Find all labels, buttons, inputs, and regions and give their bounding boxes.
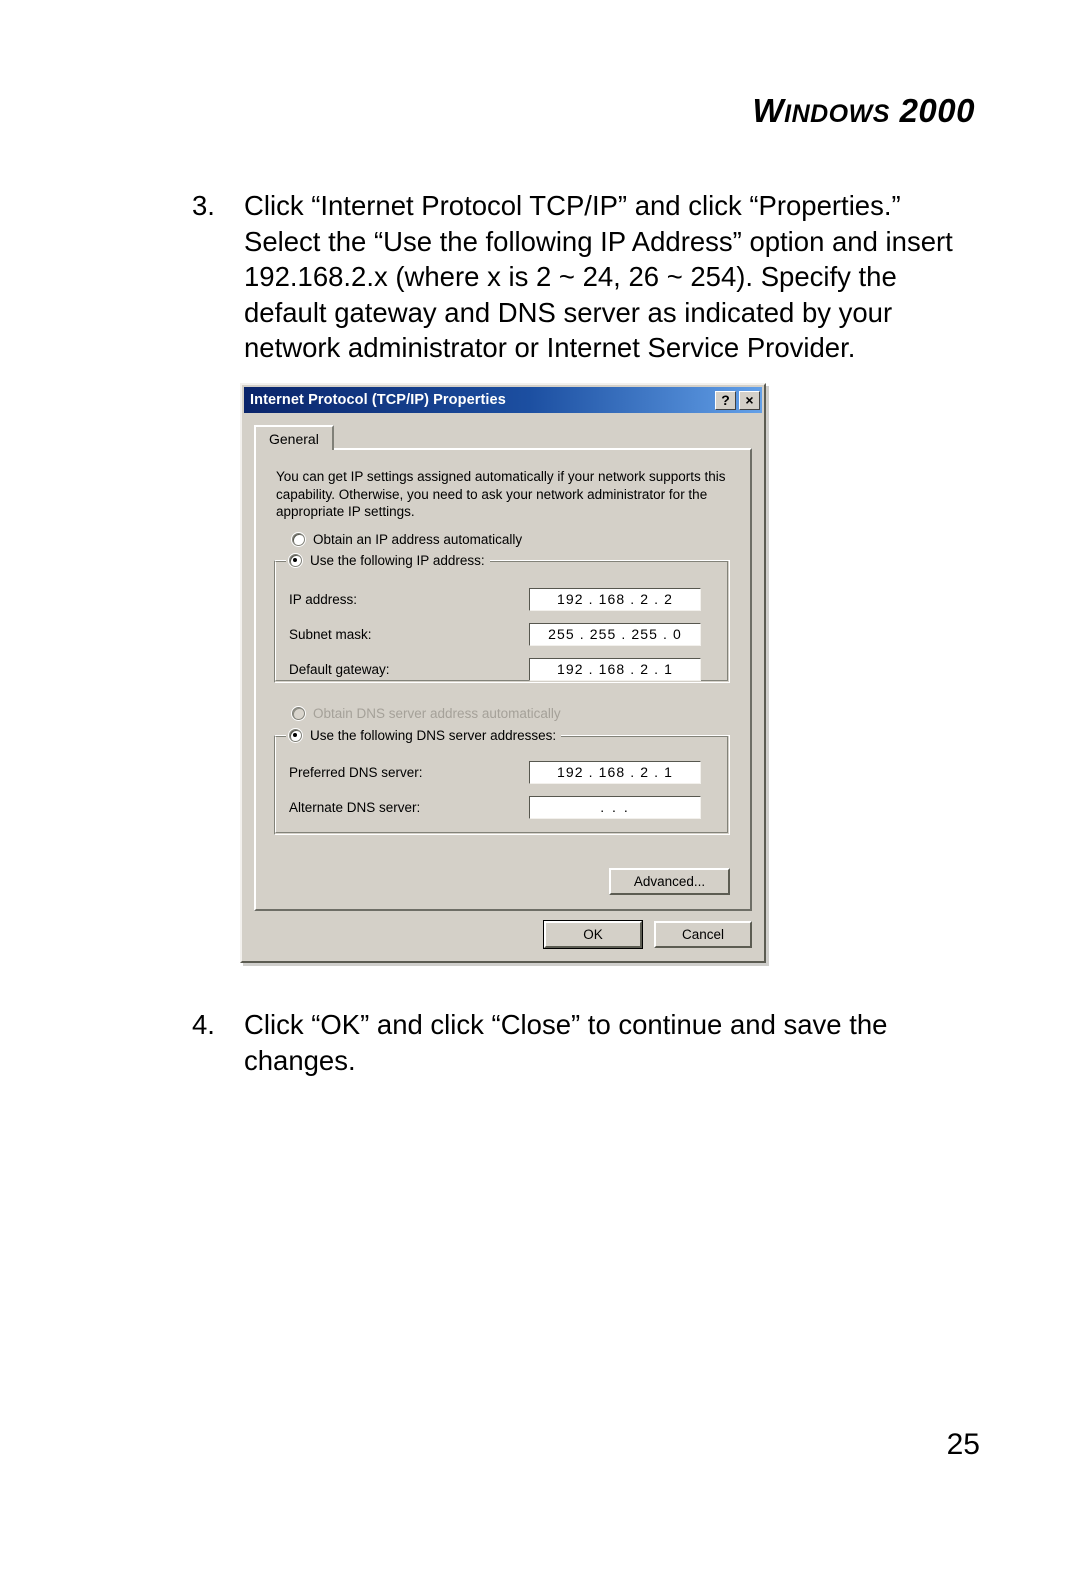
dialog-footer: OK Cancel [254,917,752,951]
preferred-dns-label: Preferred DNS server: [289,764,423,780]
field-row-subnet-mask: Subnet mask: 255 . 255 . 255 . 0 [289,622,717,646]
field-row-alternate-dns: Alternate DNS server: . . . [289,795,717,819]
radio-circle-icon [292,533,305,546]
step-4-number: 4. [192,1009,215,1040]
cancel-button[interactable]: Cancel [654,920,752,948]
tabstrip: General [254,425,334,450]
dialog-title: Internet Protocol (TCP/IP) Properties [250,392,506,408]
subnet-mask-input[interactable]: 255 . 255 . 255 . 0 [529,622,701,646]
radio-obtain-ip-automatically[interactable]: Obtain an IP address automatically [292,532,522,547]
settings-description: You can get IP settings assigned automat… [276,469,726,519]
tab-page-general: You can get IP settings assigned automat… [254,448,752,911]
header-lead-cap: W [752,92,785,129]
ip-address-group: Use the following IP address: IP address… [274,553,730,683]
close-icon[interactable]: × [739,390,760,410]
ip-address-input[interactable]: 192 . 168 . 2 . 2 [529,587,701,611]
step-3-number: 3. [192,190,215,221]
dialog-titlebar[interactable]: Internet Protocol (TCP/IP) Properties ? … [244,387,762,413]
tcpip-properties-dialog: Internet Protocol (TCP/IP) Properties ? … [240,383,766,963]
ok-button[interactable]: OK [543,919,643,949]
help-icon[interactable]: ? [715,390,736,410]
tab-general[interactable]: General [254,425,334,450]
subnet-mask-label: Subnet mask: [289,626,372,642]
radio-circle-icon [292,707,305,720]
radio-use-following-dns[interactable]: Use the following DNS server addresses: [286,728,562,743]
tab-general-label: General [269,430,319,447]
field-row-default-gateway: Default gateway: 192 . 168 . 2 . 1 [289,657,717,681]
preferred-dns-input[interactable]: 192 . 168 . 2 . 1 [529,760,701,784]
dns-server-group: Use the following DNS server addresses: … [274,728,730,835]
step-4-text: Click “OK” and click “Close” to continue… [244,1009,888,1076]
running-header: WINDOWS 2000 [752,92,975,130]
radio-use-following-dns-label: Use the following DNS server addresses: [310,728,557,743]
radio-circle-icon [289,554,302,567]
default-gateway-input[interactable]: 192 . 168 . 2 . 1 [529,657,701,681]
radio-use-following-ip-label: Use the following IP address: [310,553,485,568]
advanced-button[interactable]: Advanced... [609,868,730,895]
header-number: 2000 [899,92,975,129]
radio-obtain-dns-label: Obtain DNS server address automatically [313,706,561,721]
step-item-3: 3. Click “Internet Protocol TCP/IP” and … [192,188,982,366]
field-row-preferred-dns: Preferred DNS server: 192 . 168 . 2 . 1 [289,760,717,784]
field-row-ip-address: IP address: 192 . 168 . 2 . 2 [289,587,717,611]
header-smallcaps: INDOWS [784,100,890,128]
alternate-dns-input[interactable]: . . . [529,795,701,819]
ip-address-label: IP address: [289,591,358,607]
dialog-client-area: General You can get IP settings assigned… [244,415,762,959]
radio-use-following-ip[interactable]: Use the following IP address: [286,553,490,568]
radio-obtain-ip-label: Obtain an IP address automatically [313,532,523,547]
step-3-text: Click “Internet Protocol TCP/IP” and cli… [244,190,953,363]
radio-obtain-dns-automatically[interactable]: Obtain DNS server address automatically [292,706,561,721]
radio-circle-icon [289,729,302,742]
page-number: 25 [946,1428,980,1461]
default-gateway-label: Default gateway: [289,661,390,677]
step-item-4: 4. Click “OK” and click “Close” to conti… [192,1007,892,1078]
alternate-dns-label: Alternate DNS server: [289,799,421,815]
